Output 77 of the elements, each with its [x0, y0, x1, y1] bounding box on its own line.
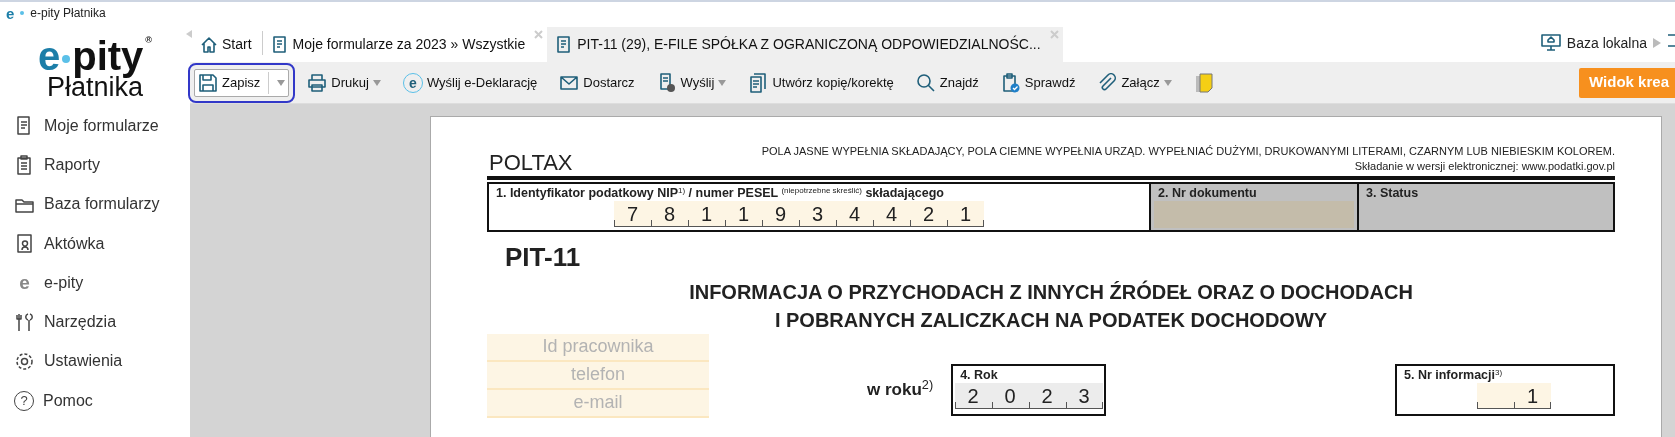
- tab[interactable]: PIT-11 (29), E-FILE SPÓŁKA Z OGRANICZONĄ ODPOWIEDZIALNOŚC...: [547, 27, 1063, 62]
- paperclip-icon: [1097, 72, 1118, 93]
- caret-icon: [277, 79, 286, 86]
- digit-cell[interactable]: 1: [947, 200, 984, 227]
- copy-document-icon: [748, 72, 769, 93]
- toolbar-button[interactable]: Załącz: [1093, 69, 1176, 96]
- chevron-right-icon: [1653, 38, 1661, 48]
- digit-cell[interactable]: 8: [651, 200, 688, 227]
- document-check-icon: [1000, 72, 1021, 93]
- digit-cell[interactable]: 1: [688, 200, 725, 227]
- document-icon: [555, 36, 573, 53]
- digit-cell[interactable]: 4: [873, 200, 910, 227]
- digit-cell[interactable]: 3: [1065, 382, 1103, 409]
- close-icon: [1049, 30, 1059, 39]
- search-icon: [915, 72, 936, 93]
- instructions-text: POLA JASNE WYPEŁNIA SKŁADAJĄCY, POLA CIEMNE WYPEŁNIA URZĄD. WYPEŁNIAĆ DUŻYMI, DRUKOWANYMI LITERAMI, CZARNYM LUB NIEBIESKIM KOLOREM.: [761, 144, 1615, 159]
- toolbar-button[interactable]: Wyślij: [652, 69, 731, 96]
- digit-cell[interactable]: 4: [836, 200, 873, 227]
- digit-cell[interactable]: 0: [991, 382, 1029, 409]
- caret-icon: [372, 79, 381, 86]
- input-field[interactable]: telefon: [487, 361, 709, 390]
- window-title: e-pity Płatnika: [30, 5, 106, 22]
- input-field[interactable]: Id pracownika: [487, 333, 709, 362]
- toolbar-button[interactable]: Drukuj: [303, 69, 385, 96]
- comb-field[interactable]: 2 0 2 3: [954, 382, 1103, 409]
- toolbar-button[interactable]: Utwórz kopię/korektę: [744, 69, 898, 96]
- sidebar-item[interactable]: ? Pomoc: [0, 381, 190, 421]
- connection-label[interactable]: Baza lokalna: [1566, 32, 1647, 54]
- comb-field[interactable]: 1: [1477, 382, 1613, 409]
- sidebar-item[interactable]: e e-pity: [0, 263, 190, 303]
- settings-icon: [14, 350, 35, 372]
- sidebar-item[interactable]: Baza formularzy: [0, 184, 190, 224]
- form-title: INFORMACJA O PRZYCHODACH Z INNYCH ŹRÓDEŁ ORAZ O DOCHODACH: [689, 279, 1413, 305]
- tools-icon: [14, 311, 35, 333]
- field-label: 1. Identyfikator podatkowy NIP$^{1)}$ / numer PESEL $^{(niepotrzebne skreślić)}$ składającego: [495, 184, 945, 201]
- toolbar-button[interactable]: Sprawdź: [996, 69, 1080, 96]
- digit-cell[interactable]: 2: [910, 200, 947, 227]
- caret-icon: [1163, 79, 1172, 86]
- digit-cell[interactable]: 2: [954, 382, 992, 409]
- dot-icon: [20, 11, 25, 15]
- digit-cell[interactable]: 9: [762, 200, 799, 227]
- field-label: 5. Nr informacji$^{3)}$: [1403, 366, 1504, 383]
- digit-cell[interactable]: 1: [725, 200, 762, 227]
- close-icon: [534, 30, 544, 39]
- field-label: 3. Status: [1365, 184, 1420, 201]
- toolbar-button[interactable]: Znajdź: [911, 69, 983, 96]
- caret-icon: [718, 79, 727, 86]
- digit-cell[interactable]: 1: [1514, 382, 1551, 409]
- sidebar-item[interactable]: Raporty: [0, 145, 190, 185]
- form-system-name: POLTAX: [488, 151, 573, 174]
- logo-dot-icon: [62, 55, 71, 63]
- app-logo-icon: e: [6, 5, 15, 21]
- input-field[interactable]: e-mail: [487, 389, 709, 418]
- digit-cell[interactable]: 2: [1028, 382, 1066, 409]
- digit-cell[interactable]: 7: [614, 200, 651, 227]
- epity-logo-icon: e: [14, 272, 35, 294]
- toolbar-button[interactable]: e Wyślij e-Deklarację: [398, 69, 542, 96]
- sidebar-item[interactable]: Moje formularze: [0, 106, 190, 146]
- home-icon: [200, 36, 217, 53]
- logo-prefix: e: [38, 36, 61, 76]
- digit-cell[interactable]: 3: [799, 200, 836, 227]
- sidebar-item[interactable]: Narzędzia: [0, 302, 190, 342]
- form-title: I POBRANYCH ZALICZKACH NA PODATEK DOCHODOWY: [774, 307, 1328, 333]
- submission-note: Składanie w wersji elektronicznej: www.podatki.gov.pl: [1353, 158, 1615, 174]
- form-code: PIT-11: [505, 243, 582, 270]
- printer-icon: [307, 72, 328, 93]
- sidebar-item[interactable]: Aktówka: [0, 223, 190, 264]
- contact-card-icon: [14, 233, 35, 255]
- logo-name: pity: [72, 36, 144, 76]
- field-label: 4. Rok: [959, 366, 999, 383]
- year-prefix: w roku$^{2)}$: [867, 376, 934, 401]
- sidebar-item[interactable]: Ustawienia: [0, 341, 190, 382]
- sticky-note-icon: [1193, 71, 1214, 94]
- toolbar-button[interactable]: Dostarcz: [555, 69, 639, 96]
- registered-mark: ®: [145, 36, 152, 45]
- field-label: 2. Nr dokumentu: [1157, 184, 1258, 201]
- document-icon: [270, 36, 288, 53]
